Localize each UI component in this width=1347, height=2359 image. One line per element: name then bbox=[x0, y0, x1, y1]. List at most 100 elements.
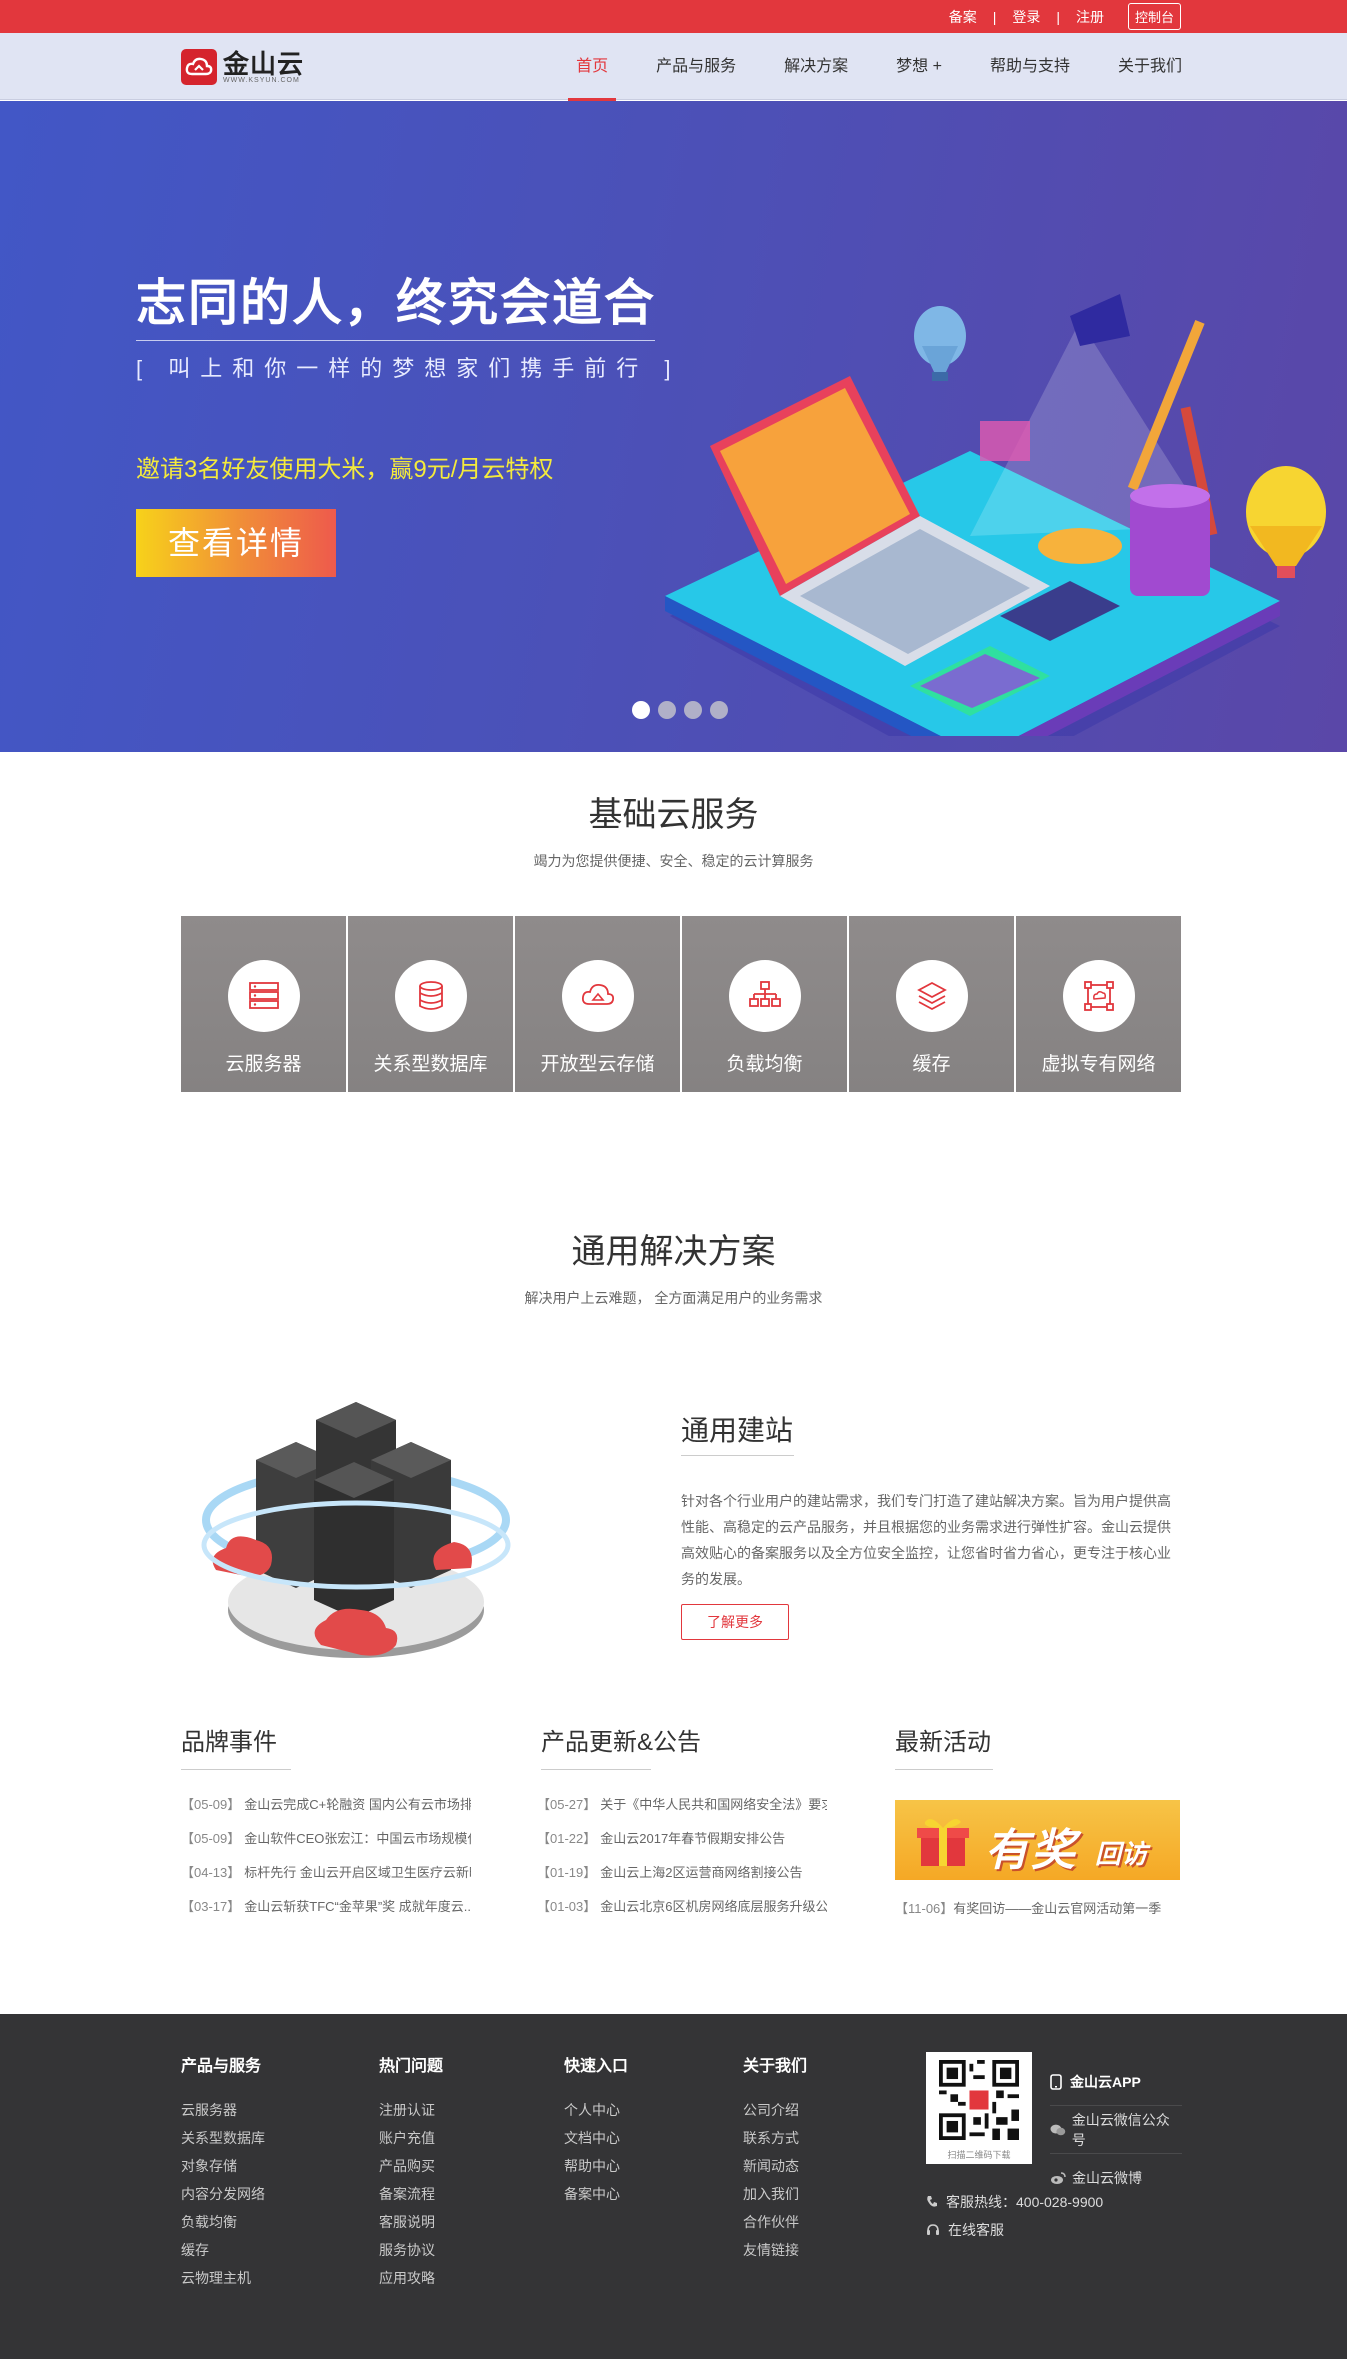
nav-item-home[interactable]: 首页 bbox=[568, 33, 617, 101]
footer-link[interactable]: 缓存 bbox=[181, 2240, 265, 2268]
footer-link[interactable]: 备案中心 bbox=[564, 2184, 628, 2212]
list-item[interactable]: 【01-22】 金山云2017年春节假期安排公告 bbox=[537, 1828, 827, 1862]
service-label: 云服务器 bbox=[225, 1054, 302, 1075]
cloud-logo-icon bbox=[181, 49, 217, 85]
news-date: 【05-09】 bbox=[181, 1797, 241, 1812]
footer-link[interactable]: 应用攻略 bbox=[379, 2268, 443, 2296]
footer-contact: 客服热线：400-028-9900 在线客服 bbox=[926, 2188, 1103, 2244]
list-item[interactable]: 【04-13】 标杆先行 金山云开启区域卫生医疗云新时代 bbox=[181, 1862, 471, 1896]
news-text: 有奖回访——金山云官网活动第一季 bbox=[953, 1901, 1162, 1916]
carousel-dot-active[interactable] bbox=[632, 701, 650, 719]
solution-divider bbox=[681, 1455, 794, 1456]
news-date: 【03-17】 bbox=[181, 1899, 241, 1914]
news-date: 【11-06】 bbox=[895, 1901, 954, 1916]
list-item[interactable]: 【05-09】 金山软件CEO张宏江：中国云市场规模仅... bbox=[181, 1828, 471, 1862]
beian-link[interactable]: 备案 bbox=[949, 7, 977, 27]
logo-url: WWW.KSYUN.COM bbox=[223, 76, 300, 84]
server-icon bbox=[227, 960, 300, 1032]
footer-col-products: 产品与服务 云服务器 关系型数据库 对象存储 内容分发网络 负载均衡 缓存 云物… bbox=[181, 2052, 265, 2296]
database-icon bbox=[394, 960, 467, 1032]
logo-name: 金山云 bbox=[223, 48, 305, 79]
footer-link[interactable]: 客服说明 bbox=[379, 2212, 443, 2240]
news-text: 标杆先行 金山云开启区域卫生医疗云新时代 bbox=[244, 1865, 471, 1880]
footer-link[interactable]: 负载均衡 bbox=[181, 2212, 265, 2240]
logo[interactable]: 金山云 WWW.KSYUN.COM bbox=[181, 49, 304, 85]
footer-link[interactable]: 云物理主机 bbox=[181, 2268, 265, 2296]
footer-link[interactable]: 注册认证 bbox=[379, 2100, 443, 2128]
footer-link[interactable]: 新闻动态 bbox=[743, 2156, 807, 2184]
hotline: 客服热线：400-028-9900 bbox=[926, 2188, 1103, 2216]
footer-col-title: 快速入口 bbox=[564, 2058, 629, 2075]
online-service-link[interactable]: 在线客服 bbox=[926, 2216, 1103, 2244]
solutions-title: 通用解决方案 bbox=[571, 1233, 776, 1271]
footer-link[interactable]: 帮助中心 bbox=[564, 2156, 628, 2184]
news-text: 金山云北京6区机房网络底层服务升级公告 bbox=[600, 1899, 827, 1914]
services-title: 基础云服务 bbox=[588, 796, 759, 834]
service-card-cloud-storage[interactable]: 开放型云存储 bbox=[515, 916, 682, 1092]
footer-link[interactable]: 友情链接 bbox=[743, 2240, 807, 2268]
footer-link[interactable]: 云服务器 bbox=[181, 2100, 265, 2128]
footer-link[interactable]: 备案流程 bbox=[379, 2184, 443, 2212]
server-cluster-illustration bbox=[201, 1402, 511, 1658]
view-details-button[interactable]: 查看详情 bbox=[136, 509, 336, 577]
list-item[interactable]: 【05-09】金山云完成C+轮融资 国内公有云市场排名... bbox=[181, 1794, 471, 1828]
banner-text: 有奖 bbox=[985, 1826, 1077, 1875]
news-date: 【01-22】 bbox=[537, 1831, 597, 1846]
footer-link[interactable]: 文档中心 bbox=[564, 2128, 628, 2156]
solutions-subtitle: 解决用户上云难题， 全方面满足用户的业务需求 bbox=[524, 1290, 823, 1306]
footer-link[interactable]: 账户充值 bbox=[379, 2128, 443, 2156]
news-text: 关于《中华人民共和国网络安全法》要求... bbox=[600, 1797, 827, 1812]
news-text: 金山云完成C+轮融资 国内公有云市场排名... bbox=[244, 1797, 471, 1812]
service-card-database[interactable]: 关系型数据库 bbox=[348, 916, 515, 1092]
column-divider bbox=[895, 1769, 993, 1770]
news-text: 金山云上海2区运营商网络割接公告 bbox=[600, 1865, 803, 1880]
nav-item-about[interactable]: 关于我们 bbox=[1118, 33, 1182, 100]
footer-link[interactable]: 产品购买 bbox=[379, 2156, 443, 2184]
carousel-dot[interactable] bbox=[710, 701, 728, 719]
service-label: 负载均衡 bbox=[726, 1054, 803, 1075]
list-item[interactable]: 【03-17】 金山云斩获TFC“金苹果”奖 成就年度云... bbox=[181, 1896, 471, 1930]
footer-link[interactable]: 联系方式 bbox=[743, 2128, 807, 2156]
cloud-storage-icon bbox=[561, 960, 634, 1032]
nav-item-help[interactable]: 帮助与支持 bbox=[990, 33, 1070, 100]
prize-survey-banner[interactable]: 有奖 回访 bbox=[895, 1800, 1180, 1880]
isometric-laptop-illustration bbox=[665, 294, 1326, 736]
footer-link[interactable]: 内容分发网络 bbox=[181, 2184, 265, 2212]
app-download-link[interactable]: 金山云APP bbox=[1050, 2058, 1182, 2106]
list-item[interactable]: 【05-27】 关于《中华人民共和国网络安全法》要求... bbox=[537, 1794, 827, 1828]
wechat-link[interactable]: 金山云微信公众号 bbox=[1050, 2106, 1182, 2154]
balloon-small-icon bbox=[914, 306, 966, 381]
footer-link[interactable]: 合作伙伴 bbox=[743, 2212, 807, 2240]
learn-more-button[interactable]: 了解更多 bbox=[681, 1604, 789, 1640]
footer-link[interactable]: 关系型数据库 bbox=[181, 2128, 265, 2156]
activity-caption[interactable]: 【11-06】有奖回访——金山云官网活动第一季 bbox=[895, 1898, 1185, 1917]
list-item[interactable]: 【01-03】 金山云北京6区机房网络底层服务升级公告 bbox=[537, 1896, 827, 1930]
login-link[interactable]: 登录 bbox=[1012, 7, 1040, 27]
news-date: 【01-03】 bbox=[537, 1899, 597, 1914]
list-item[interactable]: 【01-19】 金山云上海2区运营商网络割接公告 bbox=[537, 1862, 827, 1896]
main-navbar: 金山云 WWW.KSYUN.COM 首页 产品与服务 解决方案 梦想 + 帮助与… bbox=[0, 33, 1347, 101]
service-card-cloud-server[interactable]: 云服务器 bbox=[181, 916, 348, 1092]
service-label: 缓存 bbox=[912, 1054, 951, 1075]
service-card-load-balance[interactable]: 负载均衡 bbox=[682, 916, 849, 1092]
footer-link[interactable]: 加入我们 bbox=[743, 2184, 807, 2212]
nav-item-solutions[interactable]: 解决方案 bbox=[784, 33, 848, 100]
nav-menu: 首页 产品与服务 解决方案 梦想 + 帮助与支持 关于我们 bbox=[528, 33, 1182, 101]
carousel-dot[interactable] bbox=[684, 701, 702, 719]
nav-item-products[interactable]: 产品与服务 bbox=[656, 33, 736, 100]
footer-link[interactable]: 服务协议 bbox=[379, 2240, 443, 2268]
footer-link[interactable]: 公司介绍 bbox=[743, 2100, 807, 2128]
footer-social: 金山云APP 金山云微信公众号 金山云微博 bbox=[1050, 2058, 1182, 2202]
column-divider bbox=[181, 1769, 291, 1770]
services-grid: 云服务器 关系型数据库 开放型云存储 负载均衡 缓存 虚拟专有网络 bbox=[181, 916, 1181, 1092]
service-card-vpc[interactable]: 虚拟专有网络 bbox=[1016, 916, 1181, 1092]
service-label: 开放型云存储 bbox=[540, 1054, 655, 1075]
service-card-cache[interactable]: 缓存 bbox=[849, 916, 1016, 1092]
register-link[interactable]: 注册 bbox=[1076, 7, 1104, 27]
footer-link[interactable]: 个人中心 bbox=[564, 2100, 628, 2128]
footer-link[interactable]: 对象存储 bbox=[181, 2156, 265, 2184]
carousel-dot[interactable] bbox=[658, 701, 676, 719]
nav-item-dream-plus[interactable]: 梦想 + bbox=[896, 33, 942, 100]
console-button[interactable]: 控制台 bbox=[1127, 3, 1181, 30]
news-date: 【04-13】 bbox=[181, 1865, 241, 1880]
